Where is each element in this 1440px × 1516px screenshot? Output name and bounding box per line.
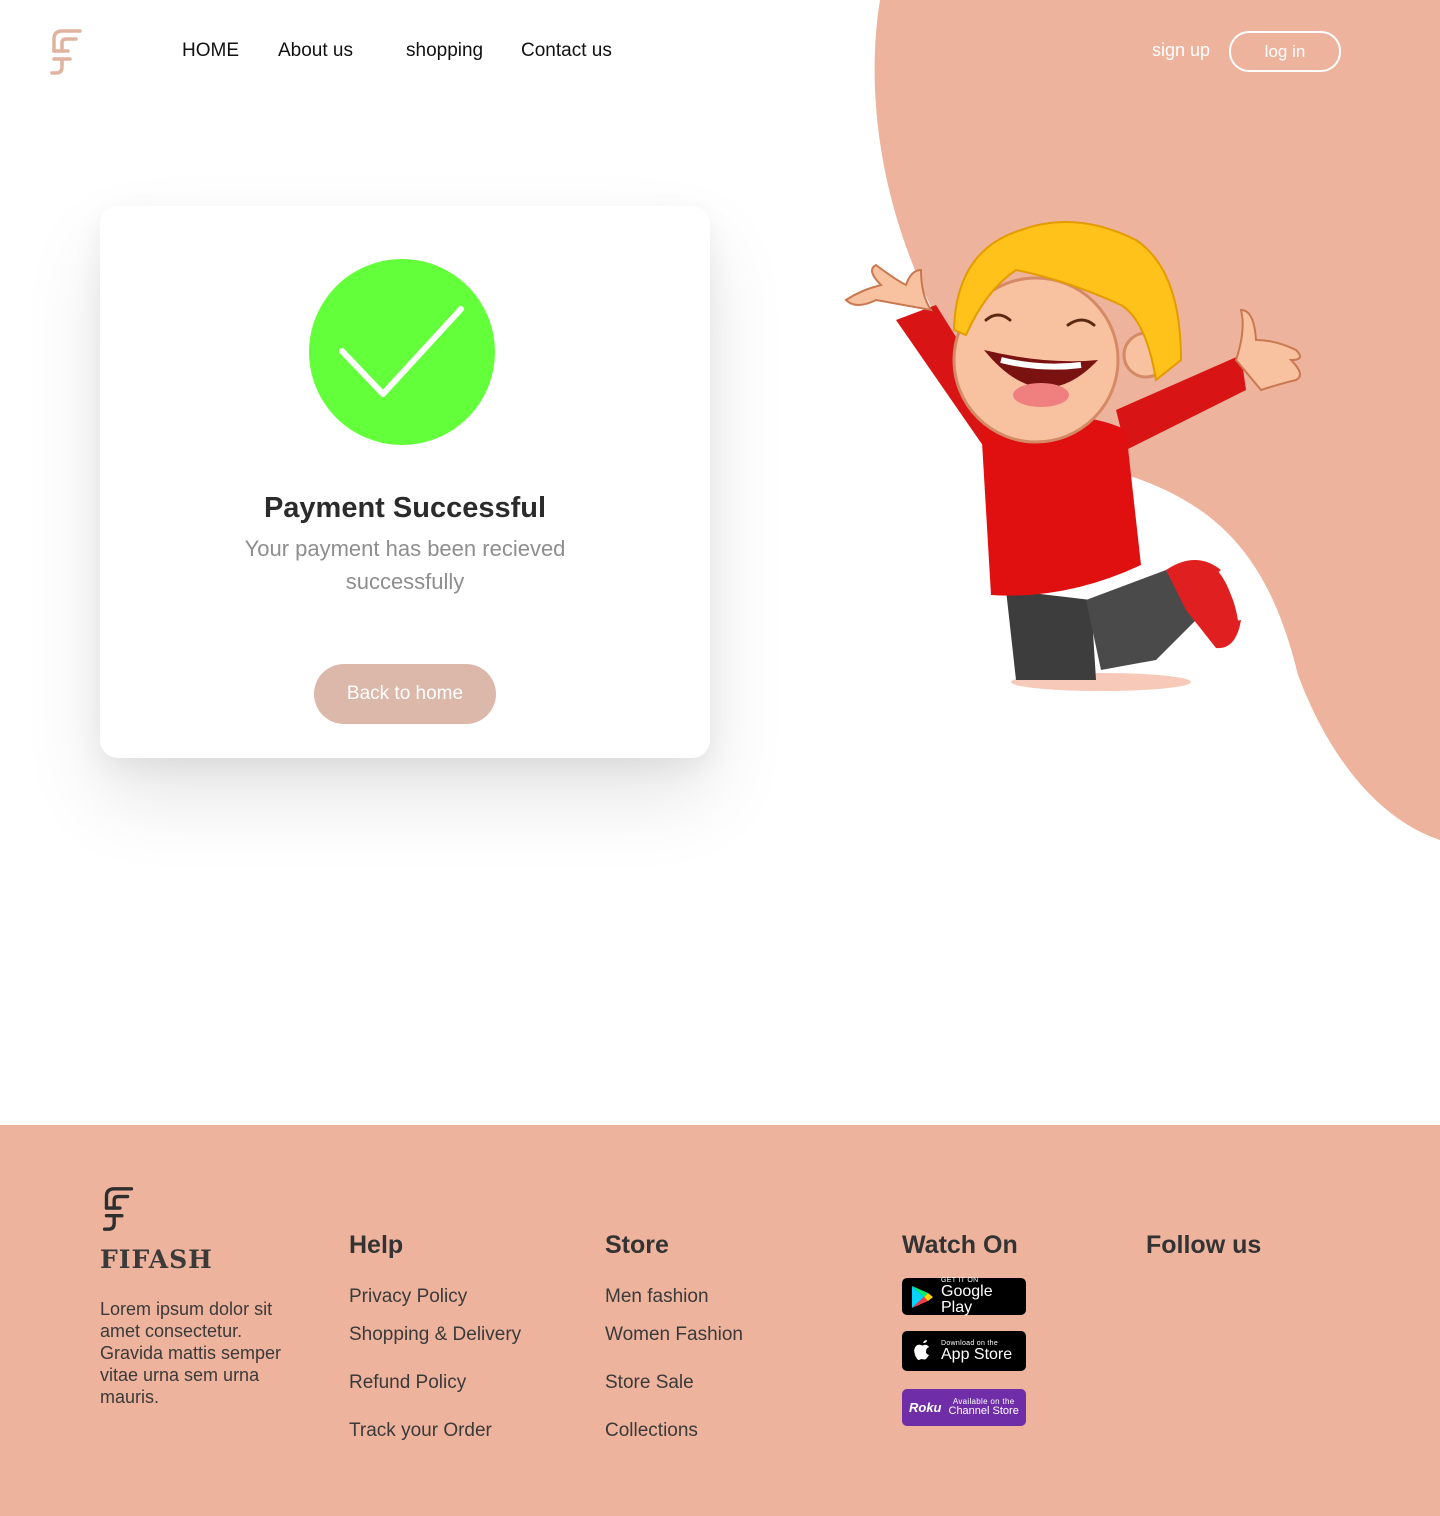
site-footer: FIFASH Lorem ipsum dolor sit amet consec… bbox=[0, 1125, 1440, 1516]
privacy-policy-link[interactable]: Privacy Policy bbox=[349, 1286, 467, 1308]
back-to-home-button[interactable]: Back to home bbox=[314, 664, 496, 724]
shopping-delivery-link[interactable]: Shopping & Delivery bbox=[349, 1324, 521, 1346]
google-play-badge[interactable]: GET IT ON Google Play bbox=[902, 1277, 1026, 1316]
men-fashion-link[interactable]: Men fashion bbox=[605, 1286, 709, 1308]
women-fashion-link[interactable]: Women Fashion bbox=[605, 1324, 743, 1346]
payment-title: Payment Successful bbox=[263, 492, 547, 524]
google-play-icon bbox=[912, 1285, 933, 1308]
watch-on-heading: Watch On bbox=[902, 1231, 1018, 1259]
roku-badge[interactable]: Roku Available on the Channel Store bbox=[902, 1389, 1026, 1426]
payment-message: Your payment has been recieved successfu… bbox=[244, 536, 566, 594]
help-heading: Help bbox=[349, 1231, 404, 1259]
nav-contact[interactable]: Contact us bbox=[521, 40, 612, 62]
footer-logo-icon[interactable] bbox=[100, 1185, 136, 1233]
brand-logo-icon[interactable] bbox=[48, 27, 84, 77]
nav-shopping[interactable]: shopping bbox=[406, 40, 483, 62]
nav-about[interactable]: About us bbox=[278, 40, 353, 62]
nav-home[interactable]: HOME bbox=[182, 40, 239, 62]
success-check-icon bbox=[309, 259, 495, 445]
roku-icon: Roku bbox=[909, 1400, 942, 1415]
payment-card: Payment Successful Your payment has been… bbox=[100, 206, 710, 758]
sign-up-link[interactable]: sign up bbox=[1152, 40, 1210, 61]
track-order-link[interactable]: Track your Order bbox=[349, 1420, 492, 1442]
store-sale-link[interactable]: Store Sale bbox=[605, 1372, 694, 1394]
store-heading: Store bbox=[605, 1231, 669, 1259]
google-play-text: Google Play bbox=[941, 1283, 993, 1316]
footer-description: Lorem ipsum dolor sit amet consectetur. … bbox=[100, 1299, 282, 1407]
roku-text: Channel Store bbox=[948, 1405, 1019, 1417]
apple-icon bbox=[914, 1340, 929, 1360]
happy-kid-illustration bbox=[844, 221, 1301, 691]
refund-policy-link[interactable]: Refund Policy bbox=[349, 1372, 466, 1394]
footer-brand-name: FIFASH bbox=[100, 1245, 213, 1274]
app-store-text: App Store bbox=[941, 1345, 1013, 1363]
app-store-badge[interactable]: Download on the App Store bbox=[902, 1331, 1026, 1371]
follow-us-heading: Follow us bbox=[1146, 1231, 1262, 1259]
collections-link[interactable]: Collections bbox=[605, 1420, 698, 1442]
log-in-button[interactable]: log in bbox=[1229, 31, 1341, 72]
